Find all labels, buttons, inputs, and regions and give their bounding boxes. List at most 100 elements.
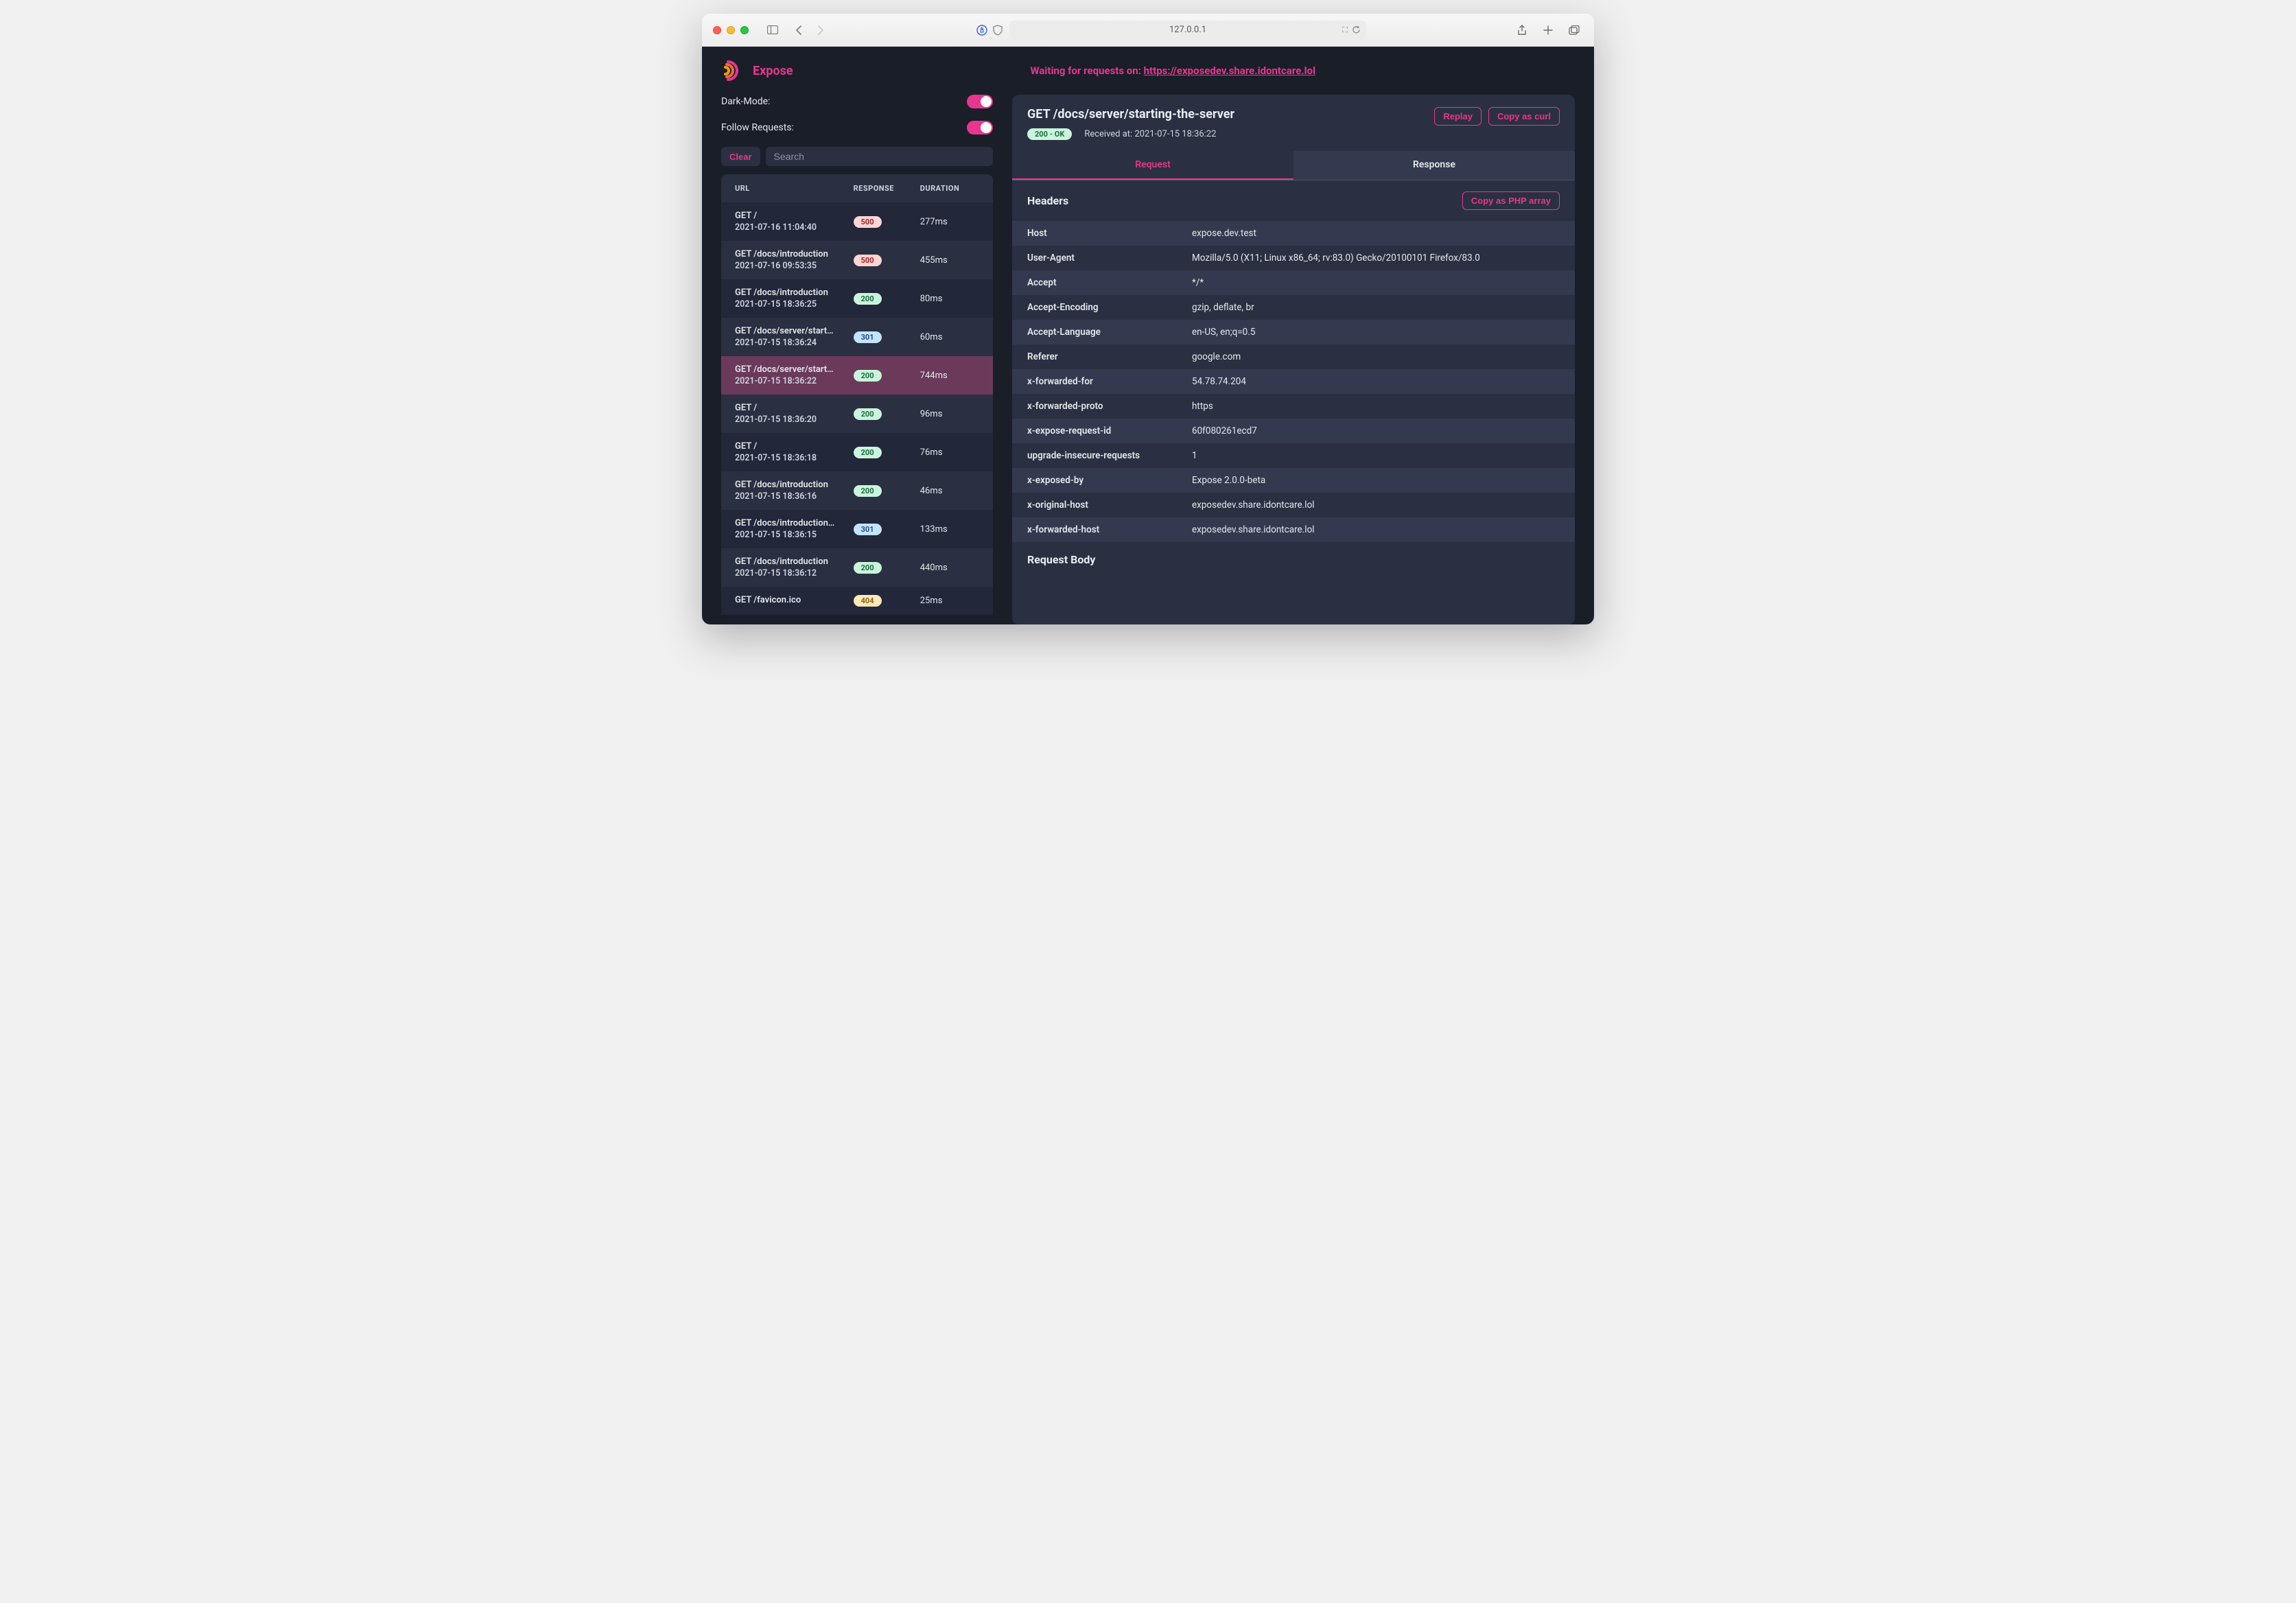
header-key: x-forwarded-proto: [1027, 401, 1192, 412]
header-value: Expose 2.0.0-beta: [1192, 475, 1560, 486]
header-row: Hostexpose.dev.test: [1012, 221, 1575, 246]
follow-requests-switch[interactable]: [967, 121, 993, 134]
request-url: GET /: [735, 441, 854, 452]
request-row[interactable]: GET /docs/introduction 2021-07-15 18:36:…: [721, 471, 993, 510]
request-url: GET /docs/introduction: [735, 557, 854, 567]
request-row[interactable]: GET /docs/introduction 2021-07-15 18:36:…: [721, 548, 993, 587]
request-url: GET /docs/introduction: [735, 249, 854, 259]
request-duration: 96ms: [920, 409, 979, 419]
app-root: Expose Waiting for requests on: https://…: [702, 47, 1594, 624]
dark-mode-switch[interactable]: [967, 95, 993, 108]
header-key: Accept-Language: [1027, 327, 1192, 338]
header-value: 1: [1192, 450, 1560, 461]
reader-icon[interactable]: ⛶: [1342, 25, 1348, 35]
detail-card: GET /docs/server/starting-the-server 200…: [1012, 95, 1575, 624]
status-badge: 200: [854, 485, 882, 497]
received-at: Received at: 2021-07-15 18:36:22: [1084, 129, 1216, 139]
search-input[interactable]: [766, 147, 993, 166]
request-url: GET /docs/introduction: [735, 480, 854, 490]
status-badge: 301: [854, 331, 882, 343]
header-row: x-exposed-byExpose 2.0.0-beta: [1012, 468, 1575, 493]
header-value: google.com: [1192, 351, 1560, 362]
header-key: x-forwarded-host: [1027, 524, 1192, 535]
request-row[interactable]: GET / 2021-07-16 11:04:40 500 277ms: [721, 202, 993, 241]
maximize-window-icon[interactable]: [740, 26, 749, 34]
status-badge: 200: [854, 293, 882, 305]
traffic-lights: [713, 26, 749, 34]
request-row[interactable]: GET /docs/introduction 2021-07-15 18:36:…: [721, 279, 993, 318]
waiting-text: Waiting for requests on: https://exposed…: [807, 65, 1539, 77]
minimize-window-icon[interactable]: [727, 26, 735, 34]
header-row: upgrade-insecure-requests1: [1012, 443, 1575, 468]
share-icon[interactable]: [1513, 21, 1531, 39]
header-value: expose.dev.test: [1192, 228, 1560, 239]
request-row[interactable]: GET /docs/introduction 2021-07-16 09:53:…: [721, 241, 993, 279]
tab-request[interactable]: Request: [1012, 151, 1293, 180]
status-badge: 200: [854, 447, 882, 458]
col-url: URL: [735, 184, 854, 193]
reload-icon[interactable]: [1352, 25, 1361, 34]
forward-icon[interactable]: [812, 21, 830, 39]
copy-curl-button[interactable]: Copy as curl: [1488, 107, 1560, 126]
address-bar[interactable]: 127.0.0.1 ⛶: [1009, 21, 1366, 40]
status-badge: 500: [854, 216, 882, 228]
request-list[interactable]: GET / 2021-07-16 11:04:40 500 277ms GET …: [721, 202, 993, 624]
headers-table: Hostexpose.dev.testUser-AgentMozilla/5.0…: [1012, 221, 1575, 542]
request-row[interactable]: GET /docs/server/start… 2021-07-15 18:36…: [721, 356, 993, 395]
brand-logo-icon: [721, 60, 743, 82]
request-duration: 133ms: [920, 524, 979, 535]
header-row: x-forwarded-hostexposedev.share.idontcar…: [1012, 517, 1575, 542]
tabs-overview-icon[interactable]: [1565, 21, 1583, 39]
request-timestamp: 2021-07-15 18:36:16: [735, 491, 854, 502]
request-url: GET /: [735, 211, 854, 221]
new-tab-icon[interactable]: [1539, 21, 1557, 39]
request-timestamp: 2021-07-15 18:36:20: [735, 414, 854, 425]
col-duration: DURATION: [920, 184, 979, 193]
header-key: Referer: [1027, 351, 1192, 362]
request-duration: 455ms: [920, 255, 979, 266]
replay-button[interactable]: Replay: [1434, 107, 1481, 126]
header-value: exposedev.share.idontcare.lol: [1192, 500, 1560, 511]
request-url: GET /docs/introduction…: [735, 518, 854, 528]
header-value: 60f080261ecd7: [1192, 425, 1560, 436]
sidebar-icon[interactable]: [764, 21, 782, 39]
request-row[interactable]: GET / 2021-07-15 18:36:20 200 96ms: [721, 395, 993, 433]
header-key: Accept-Encoding: [1027, 302, 1192, 313]
header-value: en-US, en;q=0.5: [1192, 327, 1560, 338]
request-row[interactable]: GET /docs/introduction… 2021-07-15 18:36…: [721, 510, 993, 548]
request-duration: 277ms: [920, 217, 979, 227]
request-duration: 60ms: [920, 332, 979, 342]
header-value: gzip, deflate, br: [1192, 302, 1560, 313]
request-row[interactable]: GET /docs/server/start… 2021-07-15 18:36…: [721, 318, 993, 356]
request-duration: 25ms: [920, 596, 979, 606]
header-row: x-original-hostexposedev.share.idontcare…: [1012, 493, 1575, 517]
close-window-icon[interactable]: [713, 26, 721, 34]
request-row[interactable]: GET /favicon.ico 404 25ms: [721, 587, 993, 615]
request-duration: 440ms: [920, 563, 979, 573]
header-row: x-expose-request-id60f080261ecd7: [1012, 419, 1575, 443]
tunnel-url-link[interactable]: https://exposedev.share.idontcare.lol: [1144, 65, 1315, 77]
tab-response[interactable]: Response: [1293, 151, 1575, 180]
header-key: User-Agent: [1027, 253, 1192, 264]
status-badge: 200 - OK: [1027, 128, 1072, 140]
status-badge: 500: [854, 255, 882, 266]
request-timestamp: 2021-07-15 18:36:18: [735, 453, 854, 463]
request-url: GET /favicon.ico: [735, 595, 854, 605]
request-table-header: URL RESPONSE DURATION: [721, 174, 993, 202]
toggle-dark-mode: Dark-Mode:: [721, 95, 993, 108]
back-icon[interactable]: [790, 21, 808, 39]
status-badge: 404: [854, 595, 882, 607]
clear-button[interactable]: Clear: [721, 147, 760, 166]
header-row: x-forwarded-protohttps: [1012, 394, 1575, 419]
request-url: GET /docs/server/start…: [735, 326, 854, 336]
request-duration: 76ms: [920, 447, 979, 458]
request-row[interactable]: GET / 2021-07-15 18:36:18 200 76ms: [721, 433, 993, 471]
copy-php-button[interactable]: Copy as PHP array: [1462, 191, 1560, 210]
follow-requests-label: Follow Requests:: [721, 122, 794, 133]
shield-icon[interactable]: [993, 25, 1003, 36]
status-badge: 200: [854, 562, 882, 574]
headers-title: Headers: [1027, 194, 1068, 207]
header-value: https: [1192, 401, 1560, 412]
request-url: GET /docs/server/start…: [735, 364, 854, 375]
extension-icon[interactable]: [976, 25, 987, 36]
